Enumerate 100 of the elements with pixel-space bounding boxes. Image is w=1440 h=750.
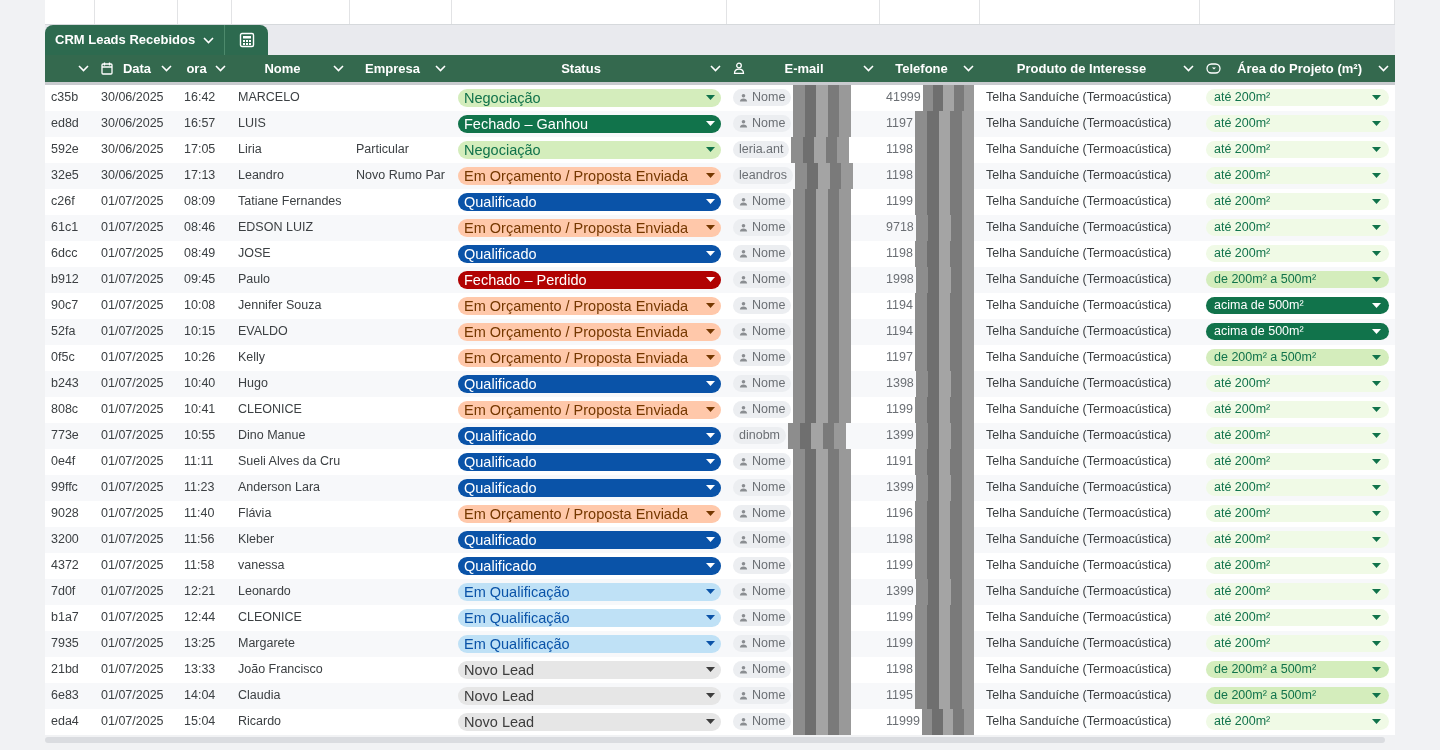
email-chip[interactable]: Nome bbox=[733, 297, 792, 314]
status-dropdown[interactable]: Qualificado bbox=[458, 426, 721, 445]
status-dropdown[interactable]: Em Orçamento / Proposta Enviada bbox=[458, 296, 721, 315]
email-chip[interactable]: Nome bbox=[733, 193, 792, 210]
area-dropdown[interactable]: de 200m² a 500m² bbox=[1206, 687, 1389, 704]
row-id: b1a7 bbox=[51, 610, 79, 625]
column-menu-chevron[interactable] bbox=[78, 64, 89, 72]
email-chip[interactable]: Nome bbox=[733, 453, 792, 470]
email-chip[interactable]: Nome bbox=[733, 219, 792, 236]
area-dropdown[interactable]: acima de 500m² bbox=[1206, 323, 1389, 340]
column-menu-chevron[interactable] bbox=[215, 64, 226, 72]
column-menu-chevron[interactable] bbox=[333, 64, 344, 72]
status-dropdown[interactable]: Qualificado bbox=[458, 452, 721, 471]
area-dropdown[interactable]: até 200m² bbox=[1206, 453, 1389, 470]
area-dropdown[interactable]: até 200m² bbox=[1206, 557, 1389, 574]
area-dropdown[interactable]: de 200m² a 500m² bbox=[1206, 271, 1389, 288]
product-cell: Telha Sanduíche (Termoacústica) bbox=[986, 532, 1172, 547]
email-chip[interactable]: Nome bbox=[733, 401, 792, 418]
area-dropdown[interactable]: até 200m² bbox=[1206, 505, 1389, 522]
status-dropdown[interactable]: Qualificado bbox=[458, 192, 721, 211]
area-dropdown[interactable]: até 200m² bbox=[1206, 245, 1389, 262]
status-dropdown[interactable]: Em Orçamento / Proposta Enviada bbox=[458, 166, 721, 185]
column-header: Empresa bbox=[364, 59, 421, 78]
area-dropdown[interactable]: até 200m² bbox=[1206, 375, 1389, 392]
table-tab[interactable]: CRM Leads Recebidos bbox=[45, 25, 225, 55]
name-cell: vanessa bbox=[238, 558, 285, 573]
area-dropdown[interactable]: até 200m² bbox=[1206, 401, 1389, 418]
name-cell: LUIS bbox=[238, 116, 266, 131]
area-dropdown[interactable]: até 200m² bbox=[1206, 427, 1389, 444]
column-menu-chevron[interactable] bbox=[1378, 64, 1389, 72]
column-menu-chevron[interactable] bbox=[435, 64, 446, 72]
area-dropdown[interactable]: até 200m² bbox=[1206, 141, 1389, 158]
column-menu-chevron[interactable] bbox=[1183, 64, 1194, 72]
column-menu-chevron[interactable] bbox=[863, 64, 874, 72]
date-cell: 01/07/2025 bbox=[101, 688, 164, 703]
status-dropdown[interactable]: Negociação bbox=[458, 140, 721, 159]
area-dropdown[interactable]: até 200m² bbox=[1206, 583, 1389, 600]
email-chip[interactable]: Nome bbox=[733, 479, 792, 496]
status-dropdown[interactable]: Qualificado bbox=[458, 556, 721, 575]
area-dropdown[interactable]: até 200m² bbox=[1206, 115, 1389, 132]
status-dropdown[interactable]: Qualificado bbox=[458, 530, 721, 549]
status-dropdown[interactable]: Fechado – Ganhou bbox=[458, 114, 721, 133]
email-chip[interactable]: Nome bbox=[733, 375, 792, 392]
email-chip[interactable]: Nome bbox=[733, 687, 792, 704]
email-chip[interactable]: Nome bbox=[733, 557, 792, 574]
email-chip[interactable]: Nome bbox=[733, 661, 792, 678]
email-chip[interactable]: leria.ant bbox=[733, 141, 790, 158]
email-chip[interactable]: Nome bbox=[733, 115, 792, 132]
status-dropdown[interactable]: Em Orçamento / Proposta Enviada bbox=[458, 322, 721, 341]
area-dropdown[interactable]: até 200m² bbox=[1206, 89, 1389, 106]
status-dropdown[interactable]: Em Qualificação bbox=[458, 582, 721, 601]
status-dropdown[interactable]: Novo Lead bbox=[458, 712, 721, 731]
email-chip[interactable]: Nome bbox=[733, 635, 792, 652]
status-dropdown[interactable]: Qualificado bbox=[458, 374, 721, 393]
area-dropdown[interactable]: acima de 500m² bbox=[1206, 297, 1389, 314]
email-chip[interactable]: Nome bbox=[733, 323, 792, 340]
area-dropdown[interactable]: até 200m² bbox=[1206, 479, 1389, 496]
area-dropdown[interactable]: até 200m² bbox=[1206, 609, 1389, 626]
time-cell: 08:49 bbox=[184, 246, 216, 261]
dropdown-arrow-icon bbox=[1372, 147, 1381, 152]
email-chip[interactable]: Nome bbox=[733, 531, 792, 548]
email-chip[interactable]: Nome bbox=[733, 245, 792, 262]
column-menu-chevron[interactable] bbox=[963, 64, 974, 72]
status-dropdown[interactable]: Em Qualificação bbox=[458, 608, 721, 627]
status-dropdown[interactable]: Novo Lead bbox=[458, 686, 721, 705]
email-chip[interactable]: dinobm bbox=[733, 427, 786, 444]
column-menu-chevron[interactable] bbox=[710, 64, 721, 72]
area-dropdown[interactable]: de 200m² a 500m² bbox=[1206, 661, 1389, 678]
name-cell: Sueli Alves da Cru bbox=[238, 454, 341, 469]
area-dropdown[interactable]: até 200m² bbox=[1206, 167, 1389, 184]
status-dropdown[interactable]: Fechado – Perdido bbox=[458, 270, 721, 289]
area-dropdown[interactable]: até 200m² bbox=[1206, 635, 1389, 652]
calculator-icon[interactable] bbox=[224, 25, 269, 55]
dropdown-arrow-icon bbox=[1372, 537, 1381, 542]
email-chip[interactable]: Nome bbox=[733, 89, 792, 106]
status-dropdown[interactable]: Em Orçamento / Proposta Enviada bbox=[458, 218, 721, 237]
email-chip[interactable]: leandros bbox=[733, 167, 793, 184]
status-dropdown[interactable]: Negociação bbox=[458, 88, 721, 107]
email-chip[interactable]: Nome bbox=[733, 505, 792, 522]
column-menu-chevron[interactable] bbox=[161, 64, 172, 72]
email-chip[interactable]: Nome bbox=[733, 271, 792, 288]
date-cell: 01/07/2025 bbox=[101, 298, 164, 313]
status-dropdown[interactable]: Em Qualificação bbox=[458, 634, 721, 653]
area-dropdown[interactable]: até 200m² bbox=[1206, 713, 1389, 730]
status-dropdown[interactable]: Qualificado bbox=[458, 244, 721, 263]
email-chip[interactable]: Nome bbox=[733, 609, 792, 626]
area-dropdown[interactable]: até 200m² bbox=[1206, 193, 1389, 210]
area-dropdown[interactable]: até 200m² bbox=[1206, 531, 1389, 548]
area-dropdown[interactable]: até 200m² bbox=[1206, 219, 1389, 236]
email-chip[interactable]: Nome bbox=[733, 713, 792, 730]
email-chip[interactable]: Nome bbox=[733, 583, 792, 600]
status-dropdown[interactable]: Qualificado bbox=[458, 478, 721, 497]
status-dropdown[interactable]: Em Orçamento / Proposta Enviada bbox=[458, 348, 721, 367]
status-dropdown[interactable]: Em Orçamento / Proposta Enviada bbox=[458, 400, 721, 419]
person-icon bbox=[739, 119, 748, 128]
date-cell: 01/07/2025 bbox=[101, 636, 164, 651]
email-chip[interactable]: Nome bbox=[733, 349, 792, 366]
status-dropdown[interactable]: Novo Lead bbox=[458, 660, 721, 679]
area-dropdown[interactable]: de 200m² a 500m² bbox=[1206, 349, 1389, 366]
status-dropdown[interactable]: Em Orçamento / Proposta Enviada bbox=[458, 504, 721, 523]
